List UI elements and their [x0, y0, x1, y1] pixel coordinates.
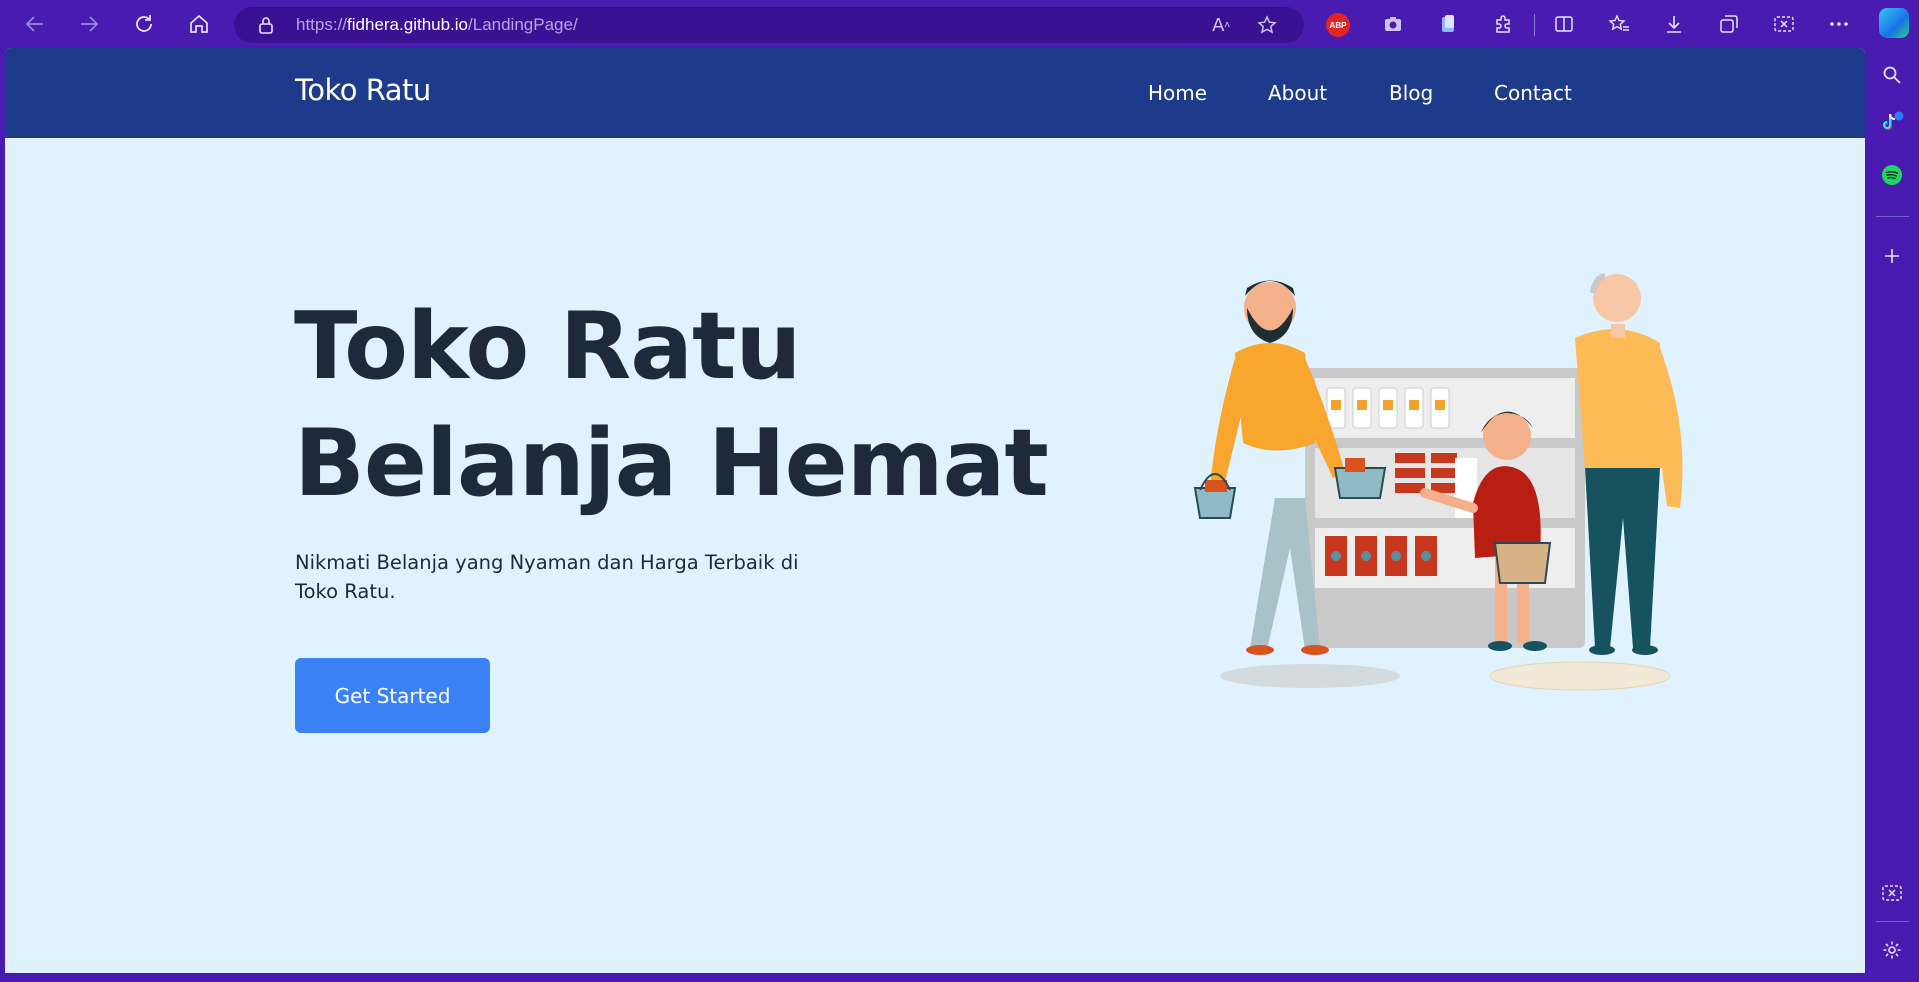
hero-title-line: Belanja Hemat — [294, 409, 1049, 517]
adblock-plus-icon[interactable]: ABP — [1326, 13, 1350, 37]
spotify-icon[interactable] — [1877, 160, 1907, 190]
split-screen-icon[interactable] — [1545, 8, 1583, 40]
nav-link-blog[interactable]: Blog — [1389, 81, 1433, 105]
lock-icon[interactable] — [258, 16, 274, 38]
screenshot-icon[interactable] — [1877, 878, 1907, 908]
nav-link-about[interactable]: About — [1268, 81, 1327, 105]
favorites-icon[interactable] — [1600, 8, 1638, 40]
toolbar-separator — [1534, 14, 1535, 36]
sidebar-divider — [1876, 216, 1909, 217]
extensions-icon[interactable] — [1484, 8, 1522, 40]
browser-essentials-icon[interactable] — [1429, 8, 1467, 40]
hero-title-line: Toko Ratu — [294, 292, 802, 400]
camera-icon[interactable] — [1374, 8, 1412, 40]
nav-link-home[interactable]: Home — [1148, 81, 1207, 105]
browser-sidebar — [1866, 48, 1919, 982]
brand-logo[interactable]: Toko Ratu — [295, 73, 431, 107]
sidebar-divider — [1876, 921, 1909, 922]
more-icon[interactable] — [1820, 8, 1858, 40]
hero-subtitle: Nikmati Belanja yang Nyaman dan Harga Te… — [295, 551, 799, 603]
browser-toolbar: https://fidhera.github.io/LandingPage/ A… — [0, 0, 1919, 48]
address-bar[interactable]: https://fidhera.github.io/LandingPage/ A… — [234, 7, 1304, 43]
hero-title: Toko Ratu Belanja Hemat — [294, 288, 1094, 522]
screenshot-icon[interactable] — [1765, 8, 1803, 40]
read-aloud-icon[interactable]: Aʌ — [1206, 11, 1236, 39]
forward-icon[interactable] — [70, 8, 108, 40]
url-text[interactable]: https://fidhera.github.io/LandingPage/ — [296, 15, 578, 35]
settings-icon[interactable] — [1877, 935, 1907, 965]
get-started-button[interactable]: Get Started — [295, 658, 490, 733]
site-navbar: Toko Ratu Home About Blog Contact — [5, 48, 1865, 138]
copilot-icon[interactable] — [1879, 8, 1909, 38]
home-icon[interactable] — [180, 8, 218, 40]
favorite-star-icon[interactable] — [1252, 11, 1282, 39]
browser-bottom-edge — [0, 973, 1919, 982]
search-icon[interactable] — [1877, 60, 1907, 90]
collections-icon[interactable] — [1710, 8, 1748, 40]
downloads-icon[interactable] — [1655, 8, 1693, 40]
tiktok-icon[interactable] — [1877, 108, 1907, 138]
refresh-icon[interactable] — [125, 8, 163, 40]
add-icon[interactable] — [1877, 241, 1907, 271]
shoppers-illustration — [1193, 273, 1683, 691]
back-icon[interactable] — [16, 8, 54, 40]
page-viewport: Toko Ratu Home About Blog Contact Toko R… — [5, 48, 1865, 973]
nav-link-contact[interactable]: Contact — [1494, 81, 1572, 105]
